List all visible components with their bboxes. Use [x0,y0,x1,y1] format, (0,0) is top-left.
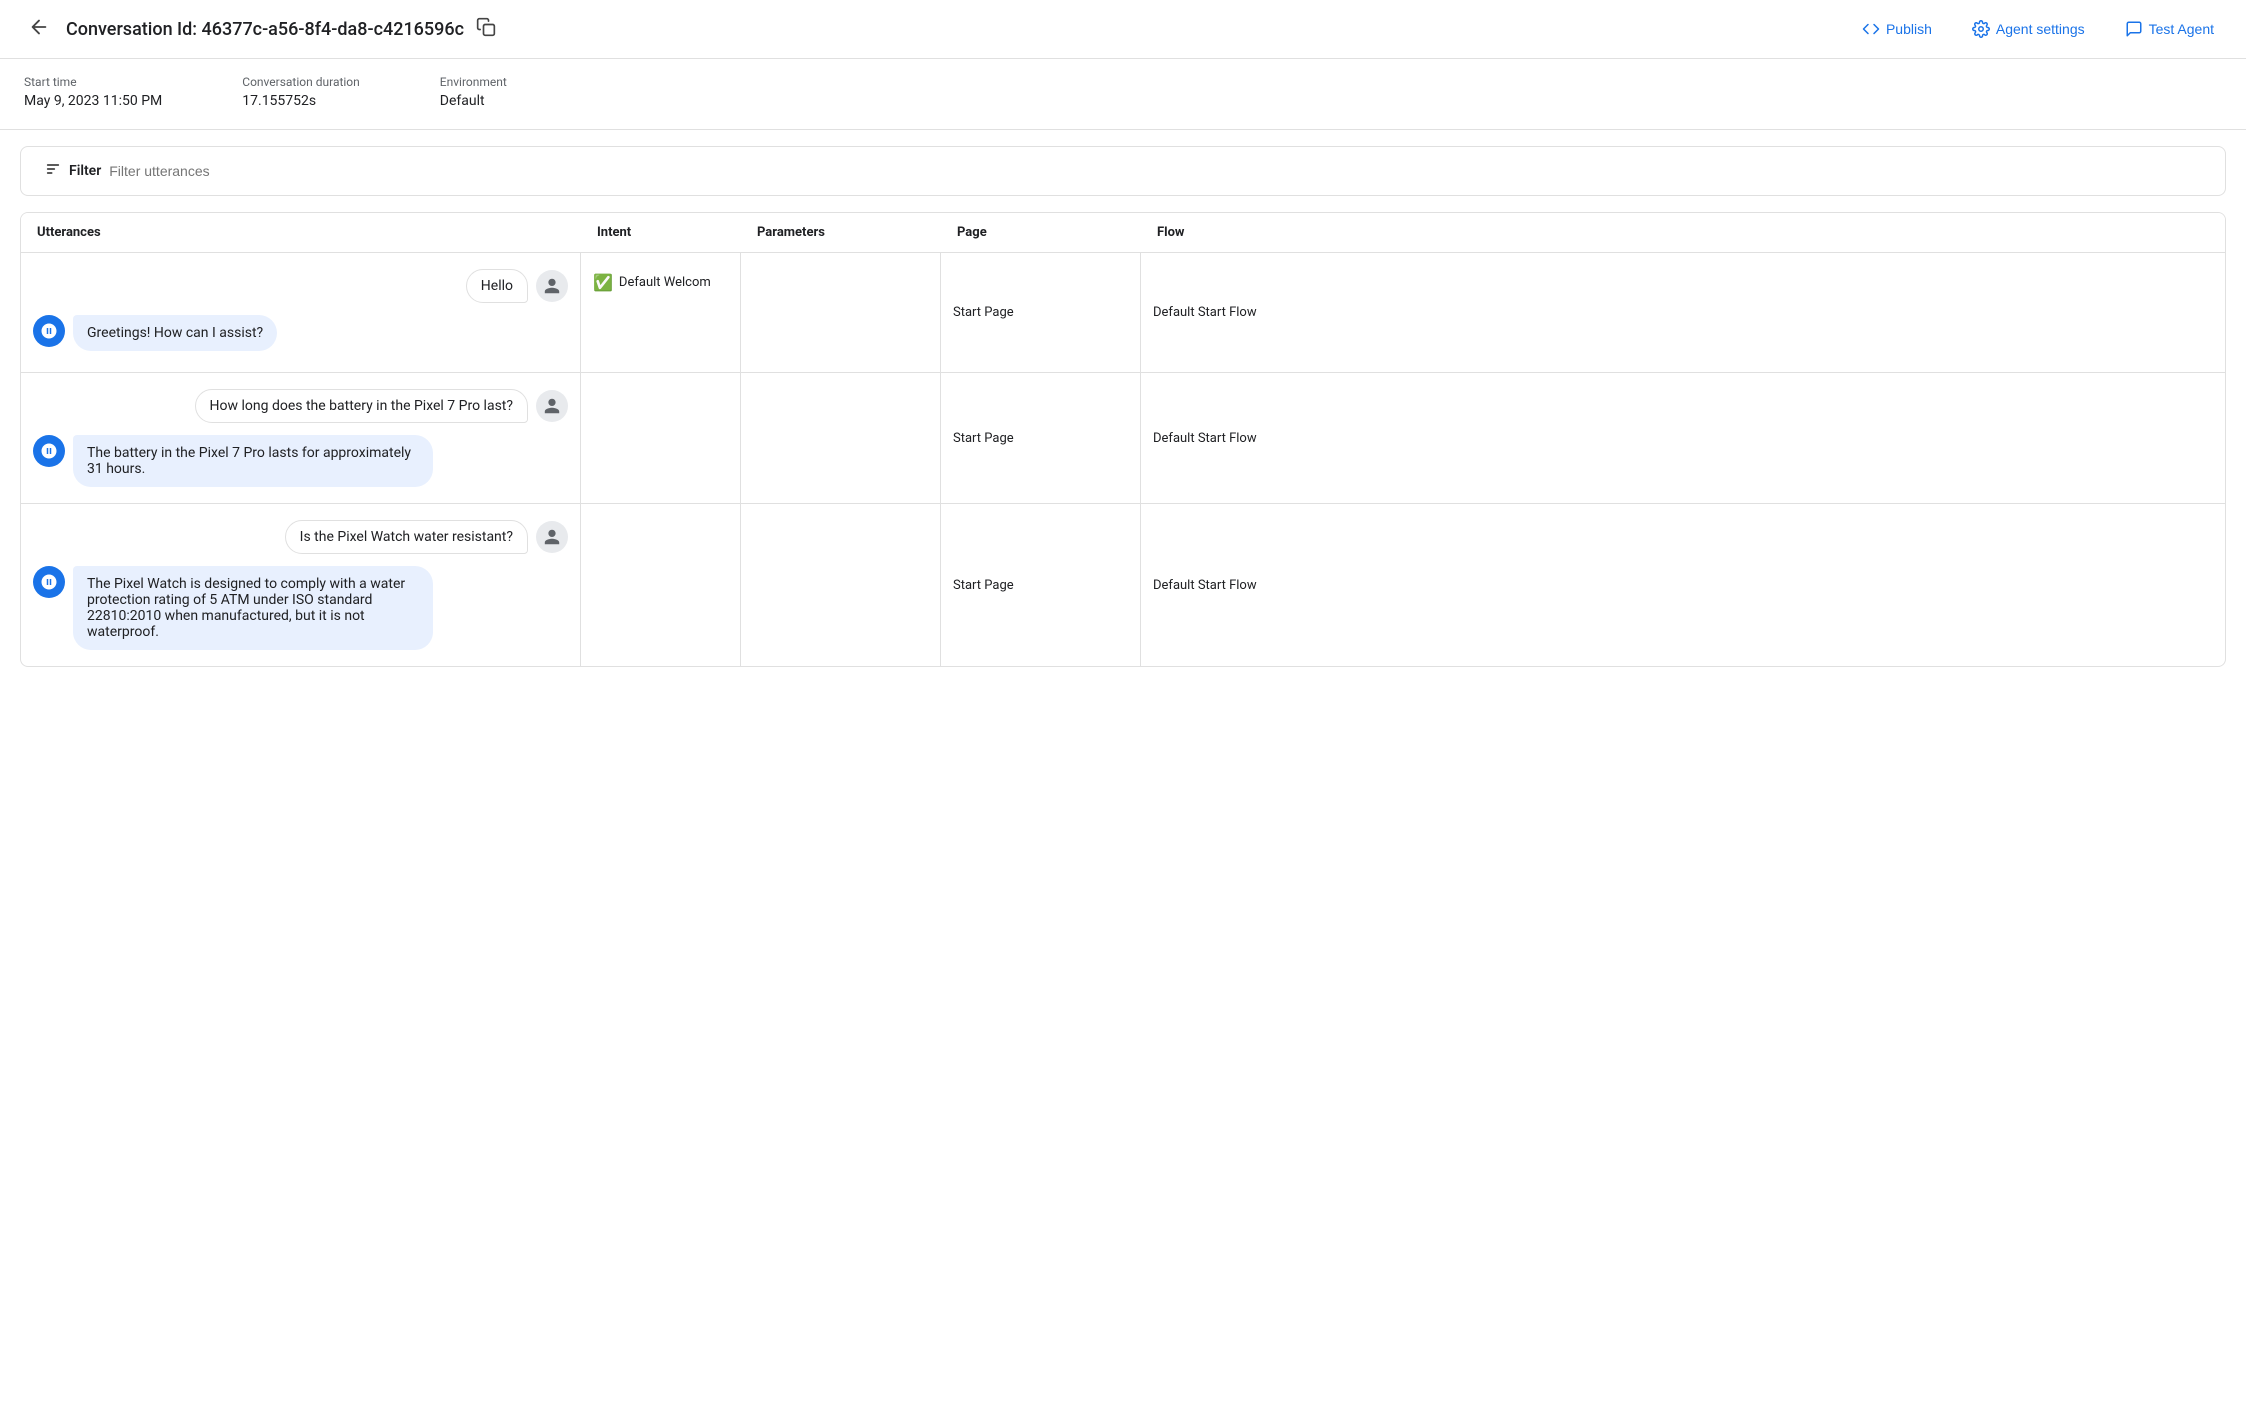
agent-message-row-1: The battery in the Pixel 7 Pro lasts for… [33,435,568,487]
page-value-0: Start Page [953,305,1014,320]
filter-bar: Filter [20,146,2226,196]
flow-cell-2: Default Start Flow [1141,504,2225,666]
user-bubble-1: How long does the battery in the Pixel 7… [195,389,528,423]
duration-value: 17.155752s [242,93,360,109]
environment-value: Default [440,93,507,109]
agent-bubble-0: Greetings! How can I assist? [73,315,277,351]
flow-cell-0: Default Start Flow [1141,253,2225,372]
col-flow: Flow [1157,225,2209,240]
utterances-cell-1: How long does the battery in the Pixel 7… [21,373,581,503]
environment-item: Environment Default [440,75,507,109]
agent-avatar-0 [33,315,65,347]
conversation-id: Conversation Id: 46377c-a56-8f4-da8-c421… [66,19,464,40]
back-button[interactable] [24,12,54,46]
user-message-row-0: Hello [33,269,568,303]
col-utterances: Utterances [37,225,597,240]
user-avatar-1 [536,390,568,422]
table-row: Hello Greetings! How can I assist? ✅ Def… [21,253,2225,373]
agent-settings-label: Agent settings [1996,21,2085,37]
col-intent: Intent [597,225,757,240]
page-cell-0: Start Page [941,253,1141,372]
agent-bubble-2: The Pixel Watch is designed to comply wi… [73,566,433,650]
user-bubble-2: Is the Pixel Watch water resistant? [285,520,528,554]
intent-check-icon: ✅ [593,273,613,292]
meta-bar: Start time May 9, 2023 11:50 PM Conversa… [0,59,2246,130]
flow-value-1: Default Start Flow [1153,431,1257,446]
header-actions: Publish Agent settings Test Agent [1854,16,2222,42]
page-value-1: Start Page [953,431,1014,446]
params-cell-2 [741,504,941,666]
utterances-table: Utterances Intent Parameters Page Flow H… [20,212,2226,667]
utterances-cell-2: Is the Pixel Watch water resistant? The … [21,504,581,666]
agent-settings-button[interactable]: Agent settings [1964,16,2093,42]
user-avatar-0 [536,270,568,302]
header-left: Conversation Id: 46377c-a56-8f4-da8-c421… [24,12,1838,46]
col-parameters: Parameters [757,225,957,240]
user-message-row-2: Is the Pixel Watch water resistant? [33,520,568,554]
flow-cell-1: Default Start Flow [1141,373,2225,503]
header: Conversation Id: 46377c-a56-8f4-da8-c421… [0,0,2246,59]
filter-input[interactable] [109,163,2201,179]
params-cell-0 [741,253,941,372]
intent-value-0: Default Welcom [619,275,711,290]
environment-label: Environment [440,75,507,89]
filter-icon [45,161,61,181]
publish-label: Publish [1886,21,1932,37]
start-time-value: May 9, 2023 11:50 PM [24,93,162,109]
duration-item: Conversation duration 17.155752s [242,75,360,109]
flow-value-2: Default Start Flow [1153,578,1257,593]
agent-message-row-2: The Pixel Watch is designed to comply wi… [33,566,568,650]
page-value-2: Start Page [953,578,1014,593]
publish-button[interactable]: Publish [1854,16,1940,42]
start-time-label: Start time [24,75,162,89]
test-agent-label: Test Agent [2149,21,2214,37]
agent-avatar-2 [33,566,65,598]
intent-badge-0: ✅ Default Welcom [593,273,711,292]
flow-value-0: Default Start Flow [1153,305,1257,320]
copy-icon[interactable] [476,17,496,42]
start-time-item: Start time May 9, 2023 11:50 PM [24,75,162,109]
table-row: Is the Pixel Watch water resistant? The … [21,504,2225,666]
test-agent-button[interactable]: Test Agent [2117,16,2222,42]
user-message-row-1: How long does the battery in the Pixel 7… [33,389,568,423]
intent-cell-1 [581,373,741,503]
duration-label: Conversation duration [242,75,360,89]
col-page: Page [957,225,1157,240]
page-cell-2: Start Page [941,504,1141,666]
intent-cell-2 [581,504,741,666]
table-row: How long does the battery in the Pixel 7… [21,373,2225,504]
user-bubble-0: Hello [466,269,528,303]
agent-message-row-0: Greetings! How can I assist? [33,315,568,351]
agent-bubble-1: The battery in the Pixel 7 Pro lasts for… [73,435,433,487]
utterances-cell-0: Hello Greetings! How can I assist? [21,253,581,372]
intent-cell-0: ✅ Default Welcom [581,253,741,372]
filter-label: Filter [69,163,101,179]
table-header: Utterances Intent Parameters Page Flow [21,213,2225,253]
agent-avatar-1 [33,435,65,467]
params-cell-1 [741,373,941,503]
user-avatar-2 [536,521,568,553]
page-cell-1: Start Page [941,373,1141,503]
